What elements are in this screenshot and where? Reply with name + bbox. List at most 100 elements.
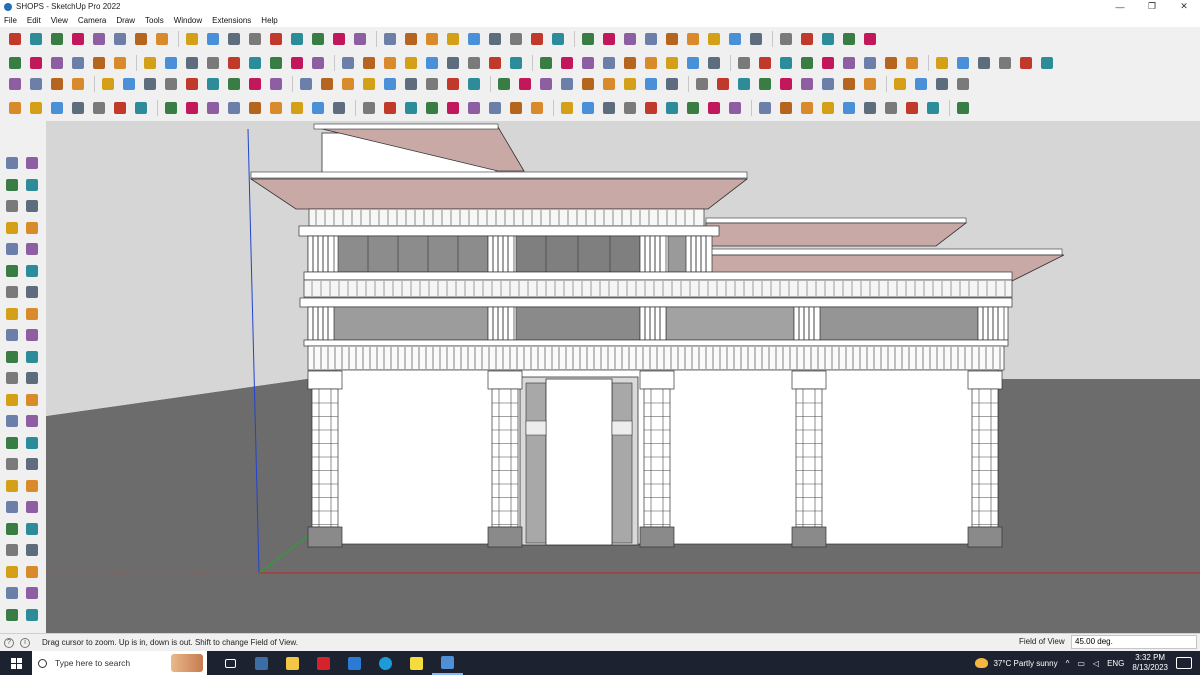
toolbar-tool-button[interactable] (69, 100, 86, 117)
toolbar-tool-button[interactable] (777, 100, 794, 117)
toolbar-tool-button[interactable] (141, 76, 158, 93)
palette-tool-button[interactable] (4, 521, 20, 537)
toolbar-tool-button[interactable] (444, 55, 461, 72)
palette-tool-button[interactable] (24, 327, 40, 343)
toolbar-tool-button[interactable] (111, 100, 128, 117)
toolbar-tool-button[interactable] (528, 31, 545, 48)
palette-tool-button[interactable] (4, 413, 20, 429)
menu-file[interactable]: File (4, 16, 17, 25)
edge-app[interactable] (370, 651, 401, 675)
palette-tool-button[interactable] (4, 349, 20, 365)
palette-tool-button[interactable] (24, 585, 40, 601)
palette-tool-button[interactable] (24, 607, 40, 623)
toolbar-tool-button[interactable] (309, 100, 326, 117)
toolbar-tool-button[interactable] (882, 55, 899, 72)
toolbar-tool-button[interactable] (48, 100, 65, 117)
toolbar-tool-button[interactable] (684, 100, 701, 117)
model-canvas[interactable] (46, 121, 1200, 633)
toolbar-tool-button[interactable] (423, 100, 440, 117)
toolbar-tool-button[interactable] (903, 100, 920, 117)
palette-tool-button[interactable] (4, 585, 20, 601)
toolbar-tool-button[interactable] (318, 76, 335, 93)
toolbar-tool-button[interactable] (162, 100, 179, 117)
toolbar-tool-button[interactable] (225, 76, 242, 93)
toolbar-tool-button[interactable] (225, 55, 242, 72)
toolbar-tool-button[interactable] (933, 76, 950, 93)
toolbar-tool-button[interactable] (819, 55, 836, 72)
toolbar-tool-button[interactable] (861, 76, 878, 93)
toolbar-tool-button[interactable] (402, 31, 419, 48)
toolbar-tool-button[interactable] (444, 100, 461, 117)
toolbar-tool-button[interactable] (558, 76, 575, 93)
toolbar-tool-button[interactable] (111, 31, 128, 48)
toolbar-tool-button[interactable] (840, 31, 857, 48)
toolbar-tool-button[interactable] (225, 100, 242, 117)
menu-draw[interactable]: Draw (116, 16, 135, 25)
toolbar-tool-button[interactable] (549, 31, 566, 48)
toolbar-tool-button[interactable] (48, 55, 65, 72)
info-icon[interactable]: i (20, 637, 30, 648)
palette-tool-button[interactable] (24, 241, 40, 257)
toolbar-tool-button[interactable] (642, 100, 659, 117)
taskbar-clock[interactable]: 3:32 PM 8/13/2023 (1132, 653, 1168, 673)
toolbar-tool-button[interactable] (954, 76, 971, 93)
toolbar-tool-button[interactable] (6, 100, 23, 117)
toolbar-tool-button[interactable] (204, 76, 221, 93)
toolbar-tool-button[interactable] (111, 55, 128, 72)
palette-tool-button[interactable] (4, 241, 20, 257)
menu-edit[interactable]: Edit (27, 16, 41, 25)
toolbar-tool-button[interactable] (444, 76, 461, 93)
toolbar-tool-button[interactable] (924, 100, 941, 117)
palette-tool-button[interactable] (4, 306, 20, 322)
toolbar-tool-button[interactable] (330, 100, 347, 117)
menu-window[interactable]: Window (174, 16, 202, 25)
toolbar-tool-button[interactable] (120, 76, 137, 93)
toolbar-tool-button[interactable] (132, 31, 149, 48)
toolbar-tool-button[interactable] (132, 100, 149, 117)
toolbar-tool-button[interactable] (663, 31, 680, 48)
toolbar-tool-button[interactable] (579, 76, 596, 93)
toolbar-tool-button[interactable] (288, 100, 305, 117)
palette-tool-button[interactable] (4, 392, 20, 408)
palette-tool-button[interactable] (24, 306, 40, 322)
toolbar-tool-button[interactable] (183, 76, 200, 93)
toolbar-tool-button[interactable] (99, 76, 116, 93)
toolbar-tool-button[interactable] (423, 55, 440, 72)
palette-tool-button[interactable] (4, 564, 20, 580)
toolbar-tool-button[interactable] (735, 76, 752, 93)
toolbar-tool-button[interactable] (840, 76, 857, 93)
palette-tool-button[interactable] (4, 155, 20, 171)
toolbar-tool-button[interactable] (141, 55, 158, 72)
toolbar-tool-button[interactable] (756, 55, 773, 72)
toolbar-tool-button[interactable] (465, 76, 482, 93)
start-button[interactable] (0, 651, 32, 675)
toolbar-tool-button[interactable] (267, 100, 284, 117)
toolbar-tool-button[interactable] (27, 55, 44, 72)
toolbar-tool-button[interactable] (183, 55, 200, 72)
toolbar-tool-button[interactable] (225, 31, 242, 48)
palette-tool-button[interactable] (4, 499, 20, 515)
toolbar-tool-button[interactable] (90, 31, 107, 48)
sketchup-taskbar-app[interactable] (432, 651, 463, 675)
toolbar-tool-button[interactable] (933, 55, 950, 72)
toolbar-tool-button[interactable] (90, 100, 107, 117)
palette-tool-button[interactable] (24, 220, 40, 236)
toolbar-tool-button[interactable] (402, 100, 419, 117)
palette-tool-button[interactable] (24, 349, 40, 365)
palette-tool-button[interactable] (4, 370, 20, 386)
palette-tool-button[interactable] (4, 327, 20, 343)
toolbar-tool-button[interactable] (861, 100, 878, 117)
toolbar-tool-button[interactable] (954, 55, 971, 72)
toolbar-tool-button[interactable] (204, 55, 221, 72)
toolbar-tool-button[interactable] (309, 55, 326, 72)
toolbar-tool-button[interactable] (381, 100, 398, 117)
toolbar-tool-button[interactable] (465, 55, 482, 72)
network-icon[interactable]: ▭ (1077, 659, 1085, 668)
toolbar-tool-button[interactable] (579, 55, 596, 72)
toolbar-tool-button[interactable] (891, 76, 908, 93)
palette-tool-button[interactable] (24, 435, 40, 451)
task-view-button[interactable] (215, 651, 246, 675)
volume-icon[interactable]: ◁ (1093, 659, 1099, 668)
toolbar-tool-button[interactable] (600, 31, 617, 48)
toolbar-tool-button[interactable] (516, 76, 533, 93)
